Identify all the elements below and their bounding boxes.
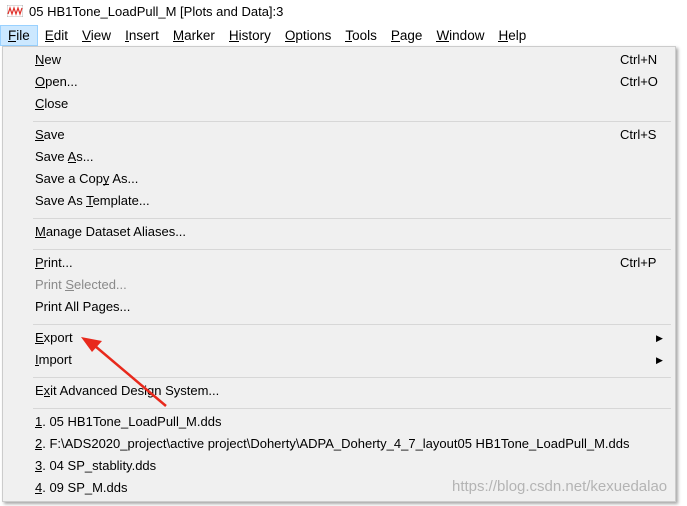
- arrow-shaft: [94, 345, 167, 407]
- watermark: https://blog.csdn.net/kexuedalao: [452, 478, 668, 495]
- red-arrow-annotation: [81, 337, 167, 407]
